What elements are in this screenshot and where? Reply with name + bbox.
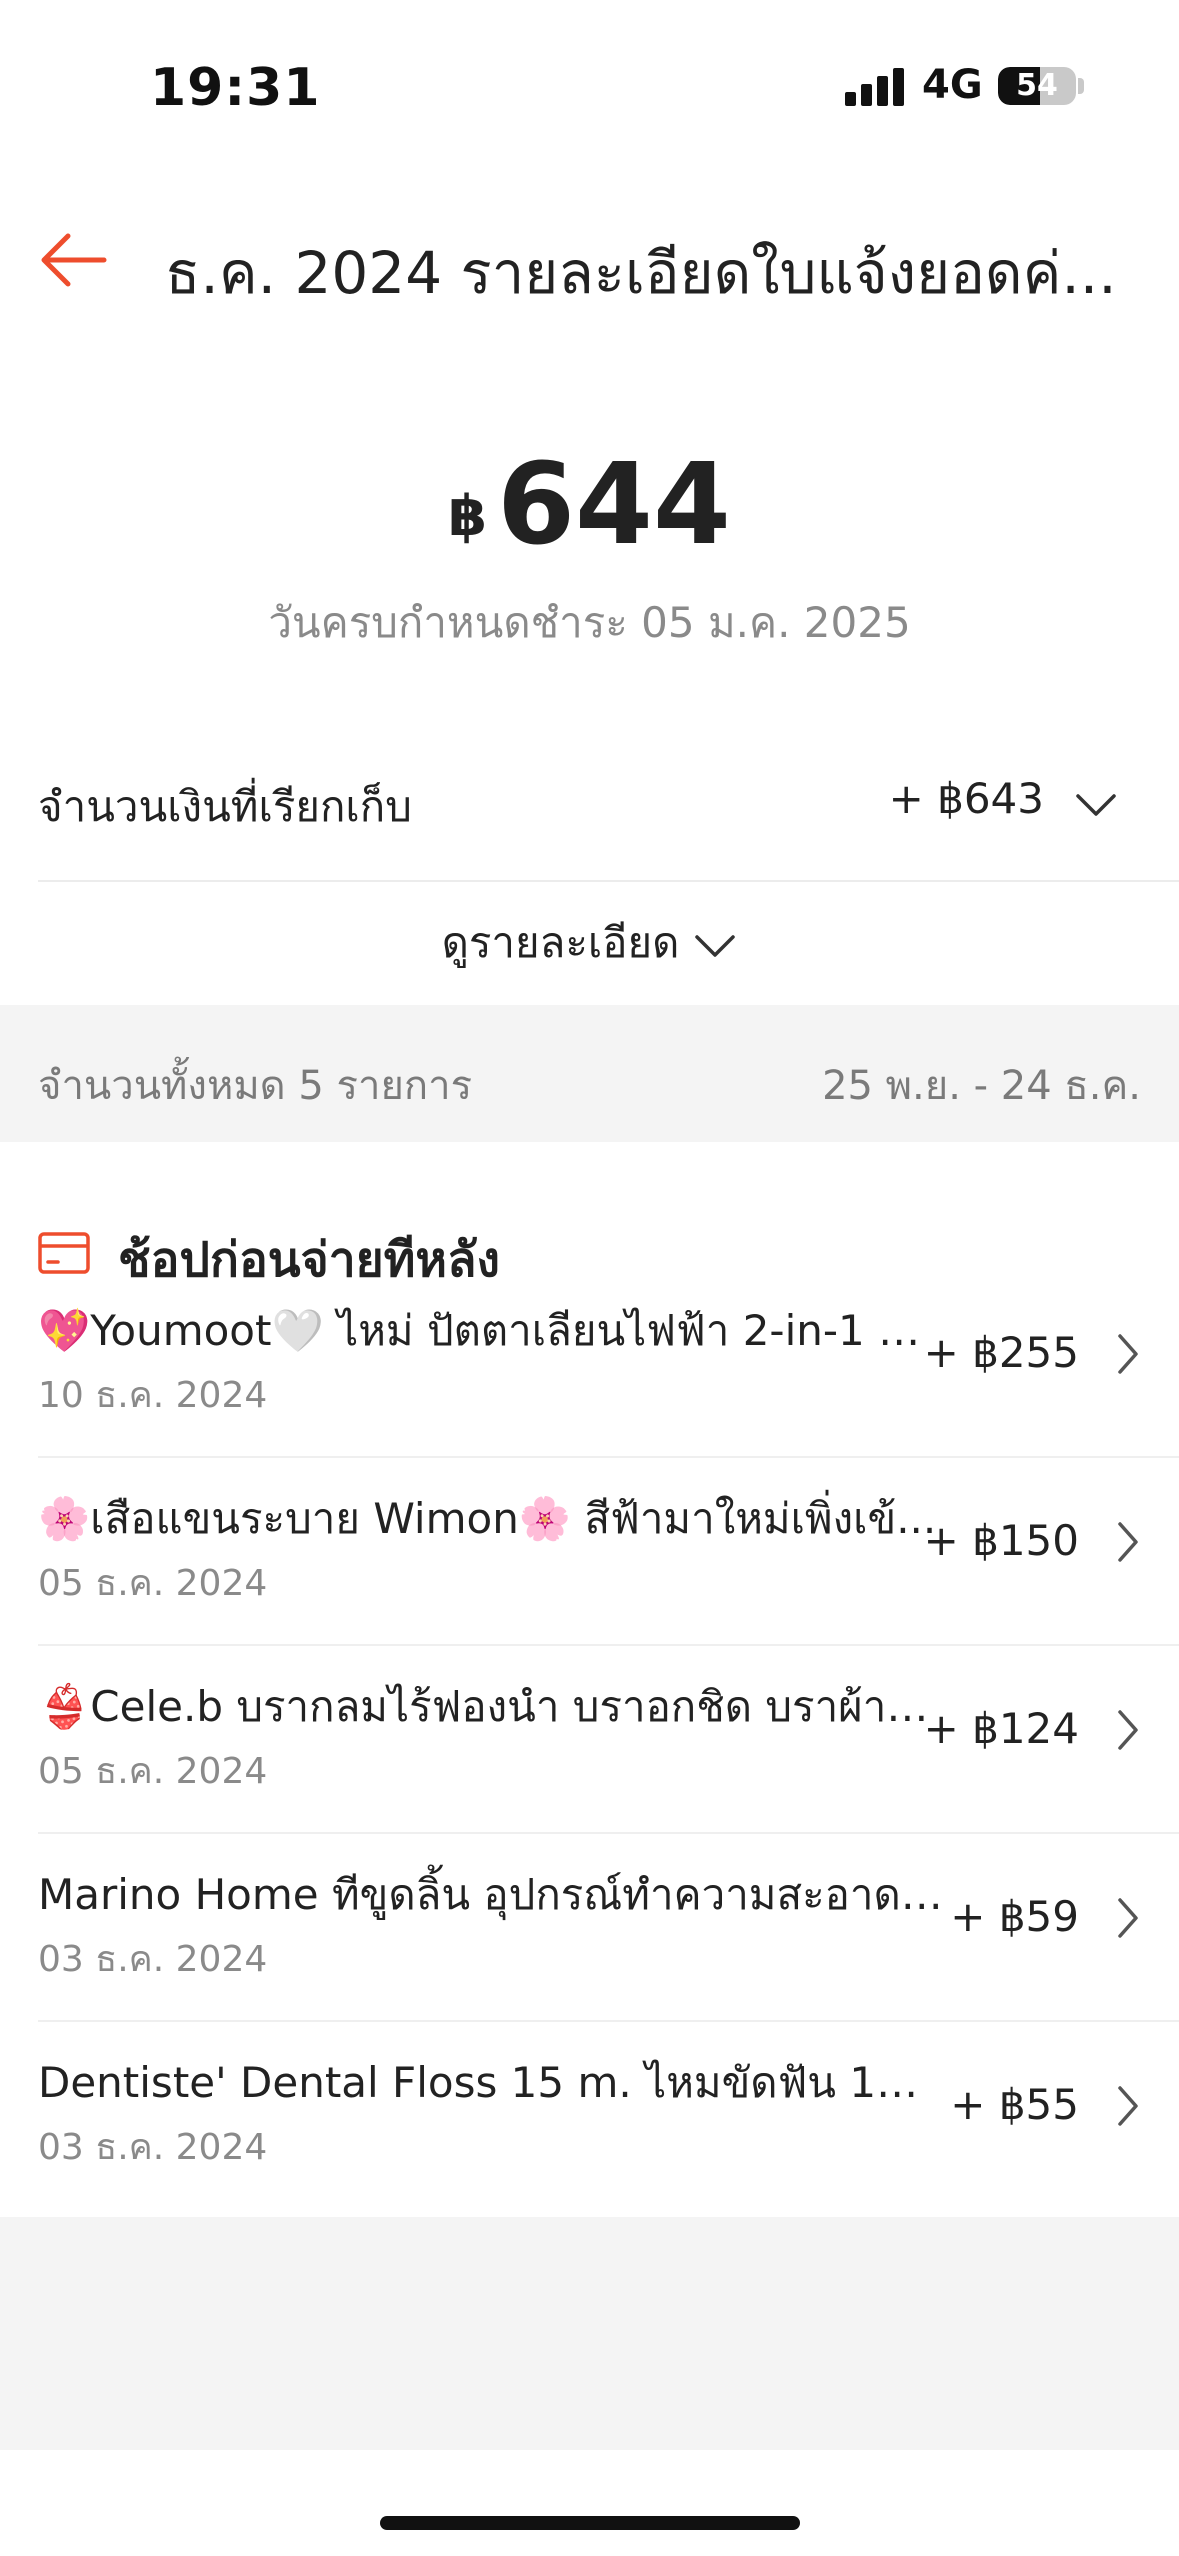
transaction-title: 🌸เสือแขนระบาย Wimon🌸 สีฟ้ามาใหม่เพิ่งเข้… xyxy=(38,1494,937,1543)
date-range: 25 พ.ย. - 24 ธ.ค. xyxy=(822,1063,1141,1109)
chevron-down-icon xyxy=(695,934,736,957)
transaction-row[interactable]: 👙Cele.b บรากลมไร้ฟองนำ บราอกชิด บราผ้า .… xyxy=(0,1646,1179,1834)
page-title: ธ.ค. 2024 รายละเอียดใบแจ้งยอดค่... xyxy=(165,239,1117,307)
back-button[interactable] xyxy=(38,230,108,290)
collected-amount: + ฿643 xyxy=(888,774,1044,823)
chevron-down-icon xyxy=(1076,794,1116,816)
transaction-amount: + ฿255 xyxy=(923,1328,1079,1377)
chevron-right-icon xyxy=(1118,1334,1138,1374)
transaction-amount: + ฿150 xyxy=(923,1516,1079,1565)
chevron-right-icon xyxy=(1118,1710,1138,1750)
status-time: 19:31 xyxy=(150,58,321,118)
transaction-title: 💖Youmoot🤍 ไหม่ ปัตตาเลียนไฟฟ้า 2-in-1 ตั… xyxy=(38,1306,938,1355)
transaction-title: Marino Home ทีขูดลิ้น อุปกรณ์ทำความสะอาด… xyxy=(38,1870,958,1919)
transaction-row[interactable]: 🌸เสือแขนระบาย Wimon🌸 สีฟ้ามาใหม่เพิ่งเข้… xyxy=(0,1458,1179,1646)
transaction-date: 03 ธ.ค. 2024 xyxy=(38,1939,268,1980)
transaction-count: จำนวนทั้งหมด 5 รายการ xyxy=(38,1063,473,1109)
chevron-right-icon xyxy=(1118,1522,1138,1562)
transaction-date: 03 ธ.ค. 2024 xyxy=(38,2127,268,2168)
transaction-date: 10 ธ.ค. 2024 xyxy=(38,1375,268,1416)
view-details-button[interactable]: ดูรายละเอียด xyxy=(0,910,1179,976)
summary-bar: จำนวนทั้งหมด 5 รายการ 25 พ.ย. - 24 ธ.ค. xyxy=(0,1005,1179,1142)
back-arrow-icon xyxy=(41,233,107,287)
chevron-right-icon xyxy=(1118,2086,1138,2126)
card-icon xyxy=(38,1232,90,1274)
home-indicator[interactable] xyxy=(380,2516,800,2530)
collected-amount-row[interactable]: จำนวนเงินที่เรียกเก็บ + ฿643 xyxy=(38,760,1148,844)
transaction-date: 05 ธ.ค. 2024 xyxy=(38,1563,268,1604)
transaction-amount: + ฿59 xyxy=(950,1892,1079,1941)
amount-value: 644 xyxy=(497,440,731,570)
due-date: วันครบกำหนดชำระ 05 ม.ค. 2025 xyxy=(268,598,911,647)
battery-icon: 54 xyxy=(998,67,1076,105)
transaction-amount: + ฿55 xyxy=(950,2080,1079,2129)
transaction-row[interactable]: Marino Home ทีขูดลิ้น อุปกรณ์ทำความสะอาด… xyxy=(0,1834,1179,2022)
transaction-title: Dentiste' Dental Floss 15 m. ไหมขัดฟัน 1… xyxy=(38,2058,938,2107)
statement-amount: ฿644 xyxy=(0,440,1179,570)
chevron-right-icon xyxy=(1118,1898,1138,1938)
view-details-label: ดูรายละเอียด xyxy=(441,918,680,967)
transaction-row[interactable]: Dentiste' Dental Floss 15 m. ไหมขัดฟัน 1… xyxy=(0,2022,1179,2210)
header: ธ.ค. 2024 รายละเอียดใบแจ้งยอดค่... xyxy=(0,200,1179,320)
transaction-title: 👙Cele.b บรากลมไร้ฟองนำ บราอกชิด บราผ้า .… xyxy=(38,1682,938,1731)
transaction-amount: + ฿124 xyxy=(923,1704,1079,1753)
transaction-date: 05 ธ.ค. 2024 xyxy=(38,1751,268,1792)
collected-label: จำนวนเงินที่เรียกเก็บ xyxy=(38,782,412,831)
cellular-signal-icon xyxy=(845,66,905,106)
bottom-safe-area xyxy=(0,2450,1179,2556)
battery-tip xyxy=(1078,78,1084,94)
network-type: 4G xyxy=(922,62,983,108)
transaction-list: ช้อปก่อนจ่ายทีหลัง 💖Youmoot🤍 ไหม่ ปัตตาเ… xyxy=(0,1142,1179,2217)
status-bar: 19:31 4G 54 xyxy=(0,0,1179,170)
battery-level: 54 xyxy=(1016,68,1058,103)
divider xyxy=(38,880,1179,882)
transaction-row[interactable]: 💖Youmoot🤍 ไหม่ ปัตตาเลียนไฟฟ้า 2-in-1 ตั… xyxy=(0,1270,1179,1458)
currency-symbol: ฿ xyxy=(448,484,488,549)
